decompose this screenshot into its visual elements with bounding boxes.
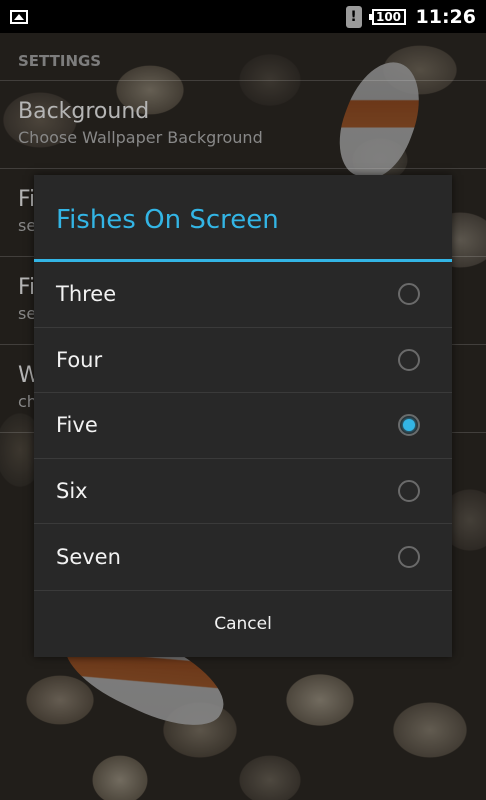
settings-header: SETTINGS bbox=[0, 33, 486, 81]
image-icon bbox=[10, 9, 28, 24]
radio-button[interactable] bbox=[398, 480, 420, 503]
option-five[interactable]: Five bbox=[34, 393, 452, 459]
battery-icon: 100 bbox=[368, 8, 406, 25]
pref-subtitle: Choose Wallpaper Background bbox=[18, 128, 263, 147]
option-label: Three bbox=[56, 282, 117, 307]
pref-title: Background bbox=[18, 99, 150, 124]
option-three[interactable]: Three bbox=[34, 262, 452, 328]
status-bar: ! 100 11:26 bbox=[0, 0, 486, 33]
cancel-button[interactable]: Cancel bbox=[34, 589, 452, 656]
fishes-on-screen-dialog: Fishes On Screen Three Four Five Six Sev… bbox=[34, 175, 452, 657]
option-label: Four bbox=[56, 347, 103, 372]
option-seven[interactable]: Seven bbox=[34, 524, 452, 590]
dialog-title: Fishes On Screen bbox=[34, 175, 452, 262]
pref-background[interactable]: Background Choose Wallpaper Background bbox=[0, 81, 486, 169]
option-label: Seven bbox=[56, 545, 121, 570]
clock: 11:26 bbox=[415, 5, 476, 28]
radio-button[interactable] bbox=[398, 283, 420, 306]
alert-icon: ! bbox=[345, 5, 362, 28]
option-six[interactable]: Six bbox=[34, 459, 452, 525]
radio-button[interactable] bbox=[398, 348, 420, 371]
radio-button[interactable] bbox=[398, 546, 420, 569]
radio-button-selected[interactable] bbox=[398, 414, 420, 437]
option-label: Six bbox=[56, 479, 88, 504]
option-four[interactable]: Four bbox=[34, 328, 452, 394]
option-label: Five bbox=[56, 413, 98, 438]
